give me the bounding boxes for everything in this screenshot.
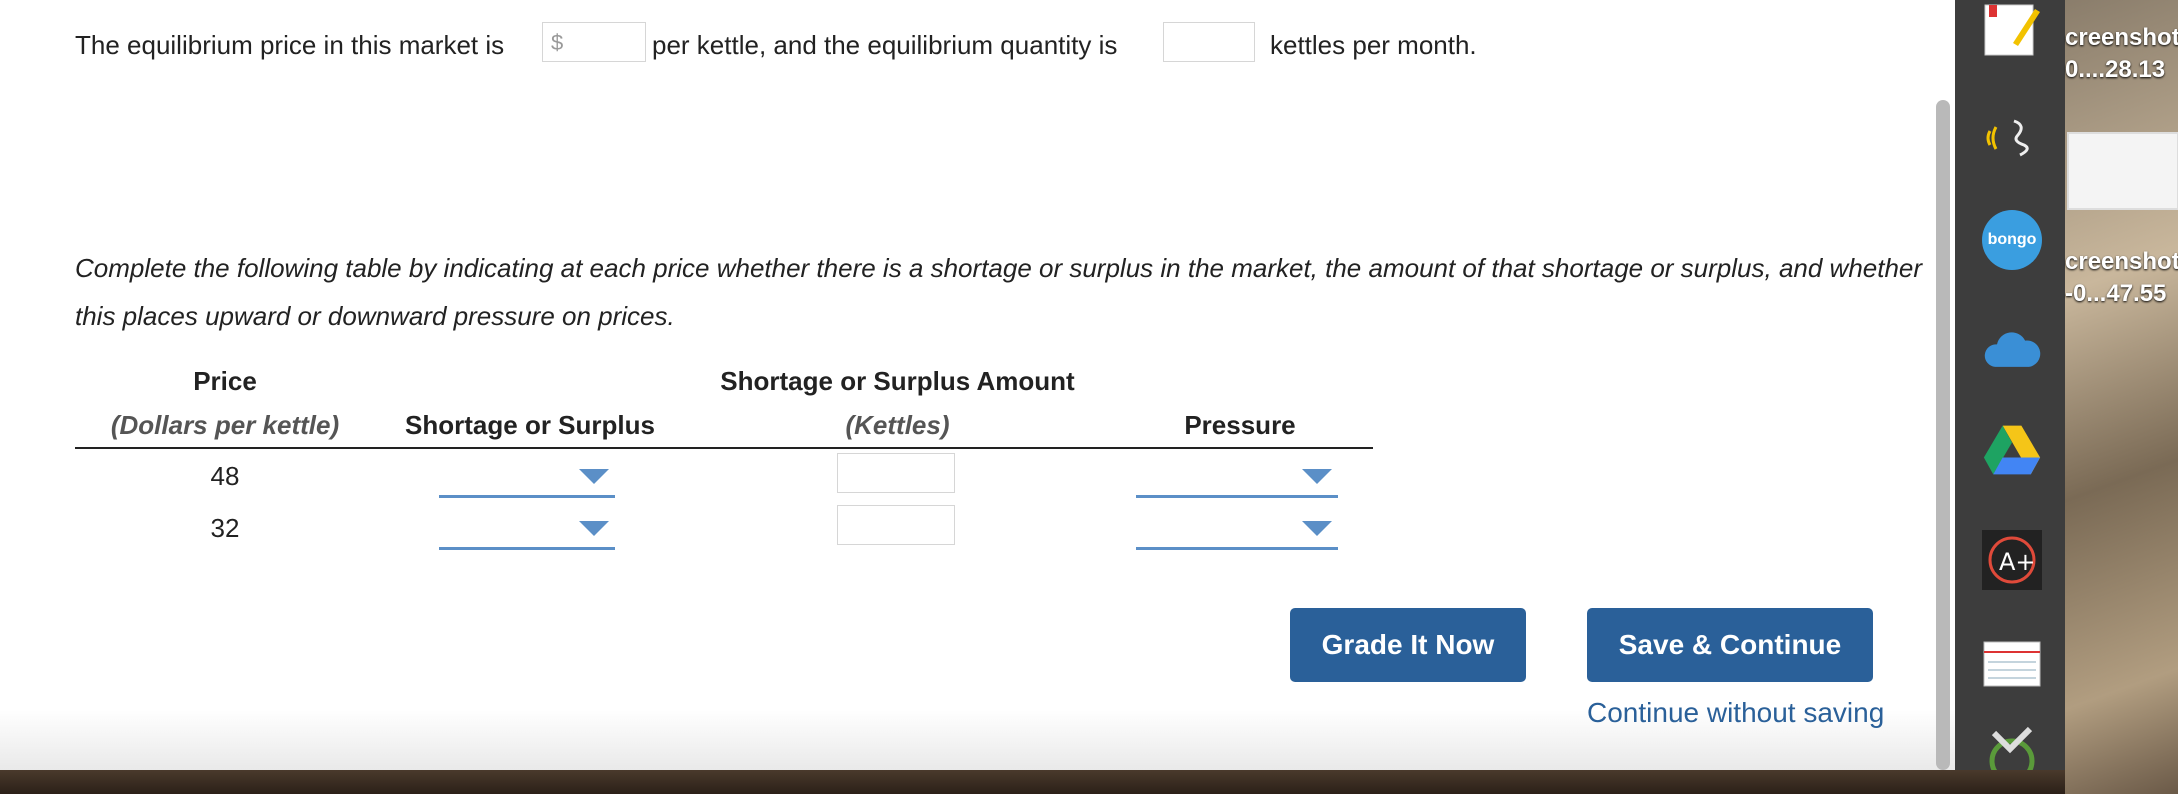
equilibrium-quantity-input[interactable]	[1163, 22, 1255, 62]
amount-header: Shortage or Surplus Amount	[720, 366, 1075, 396]
save-continue-button[interactable]: Save & Continue	[1587, 608, 1873, 682]
amount-input[interactable]	[837, 505, 955, 545]
grade-it-now-button[interactable]: Grade It Now	[1290, 608, 1526, 682]
bottom-taskbar	[0, 770, 2065, 794]
notecards-icon[interactable]	[1982, 634, 2042, 694]
chevron-down-icon	[1302, 469, 1332, 484]
pressure-dropdown[interactable]	[1136, 455, 1338, 498]
chevron-down-icon	[1302, 521, 1332, 536]
amount-unit-header: (Kettles)	[845, 410, 950, 440]
notes-pencil-icon[interactable]	[1982, 0, 2042, 60]
desktop-file-label: creenshot	[2065, 248, 2178, 275]
question-text-1: The equilibrium price in this market is	[75, 30, 505, 60]
screenshot-thumbnail[interactable]	[2067, 132, 2178, 210]
desktop-file-label: -0...47.55	[2065, 280, 2167, 307]
svg-text:A+: A+	[1999, 548, 2036, 576]
bongo-icon[interactable]: bongo	[1982, 210, 2042, 270]
shortage-surplus-dropdown[interactable]	[439, 455, 615, 498]
chevron-down-icon	[579, 469, 609, 484]
table-header-rule	[75, 447, 1373, 449]
a-plus-icon[interactable]: A+	[1982, 530, 2042, 590]
vertical-scrollbar[interactable]	[1936, 100, 1950, 770]
table-row-price: 32	[210, 513, 240, 543]
shortage-surplus-dropdown[interactable]	[439, 507, 615, 550]
sound-wave-icon[interactable]	[1982, 108, 2042, 168]
desktop-file-label: 0....28.13	[2065, 56, 2166, 83]
amount-input[interactable]	[837, 453, 955, 493]
google-drive-icon[interactable]	[1982, 420, 2042, 480]
cloud-icon[interactable]	[1982, 320, 2042, 380]
question-text-3: kettles per month.	[1270, 30, 1477, 60]
checkmark-icon[interactable]	[1982, 718, 2042, 778]
assignment-page: The equilibrium price in this market is …	[0, 0, 1955, 770]
equilibrium-price-input[interactable]: $	[542, 22, 646, 62]
question-text-2: per kettle, and the equilibrium quantity…	[652, 30, 1118, 60]
price-unit-header: (Dollars per kettle)	[110, 410, 340, 440]
pressure-dropdown[interactable]	[1136, 507, 1338, 550]
pressure-header: Pressure	[1184, 410, 1296, 440]
continue-without-saving-link[interactable]: Continue without saving	[1587, 697, 1884, 729]
dollar-prefix: $	[551, 30, 564, 55]
desktop-file-label: creenshot	[2065, 24, 2178, 51]
instruction-text: Complete the following table by indicati…	[75, 253, 1923, 331]
table-row-price: 48	[210, 461, 240, 491]
chevron-down-icon	[579, 521, 609, 536]
shortage-surplus-header: Shortage or Surplus	[405, 410, 655, 440]
dock: bongo A+	[1955, 0, 2065, 773]
price-header: Price	[193, 366, 257, 396]
bongo-label: bongo	[1982, 210, 2042, 270]
desktop-background: creenshot 0....28.13 creenshot -0...47.5…	[2065, 0, 2178, 794]
